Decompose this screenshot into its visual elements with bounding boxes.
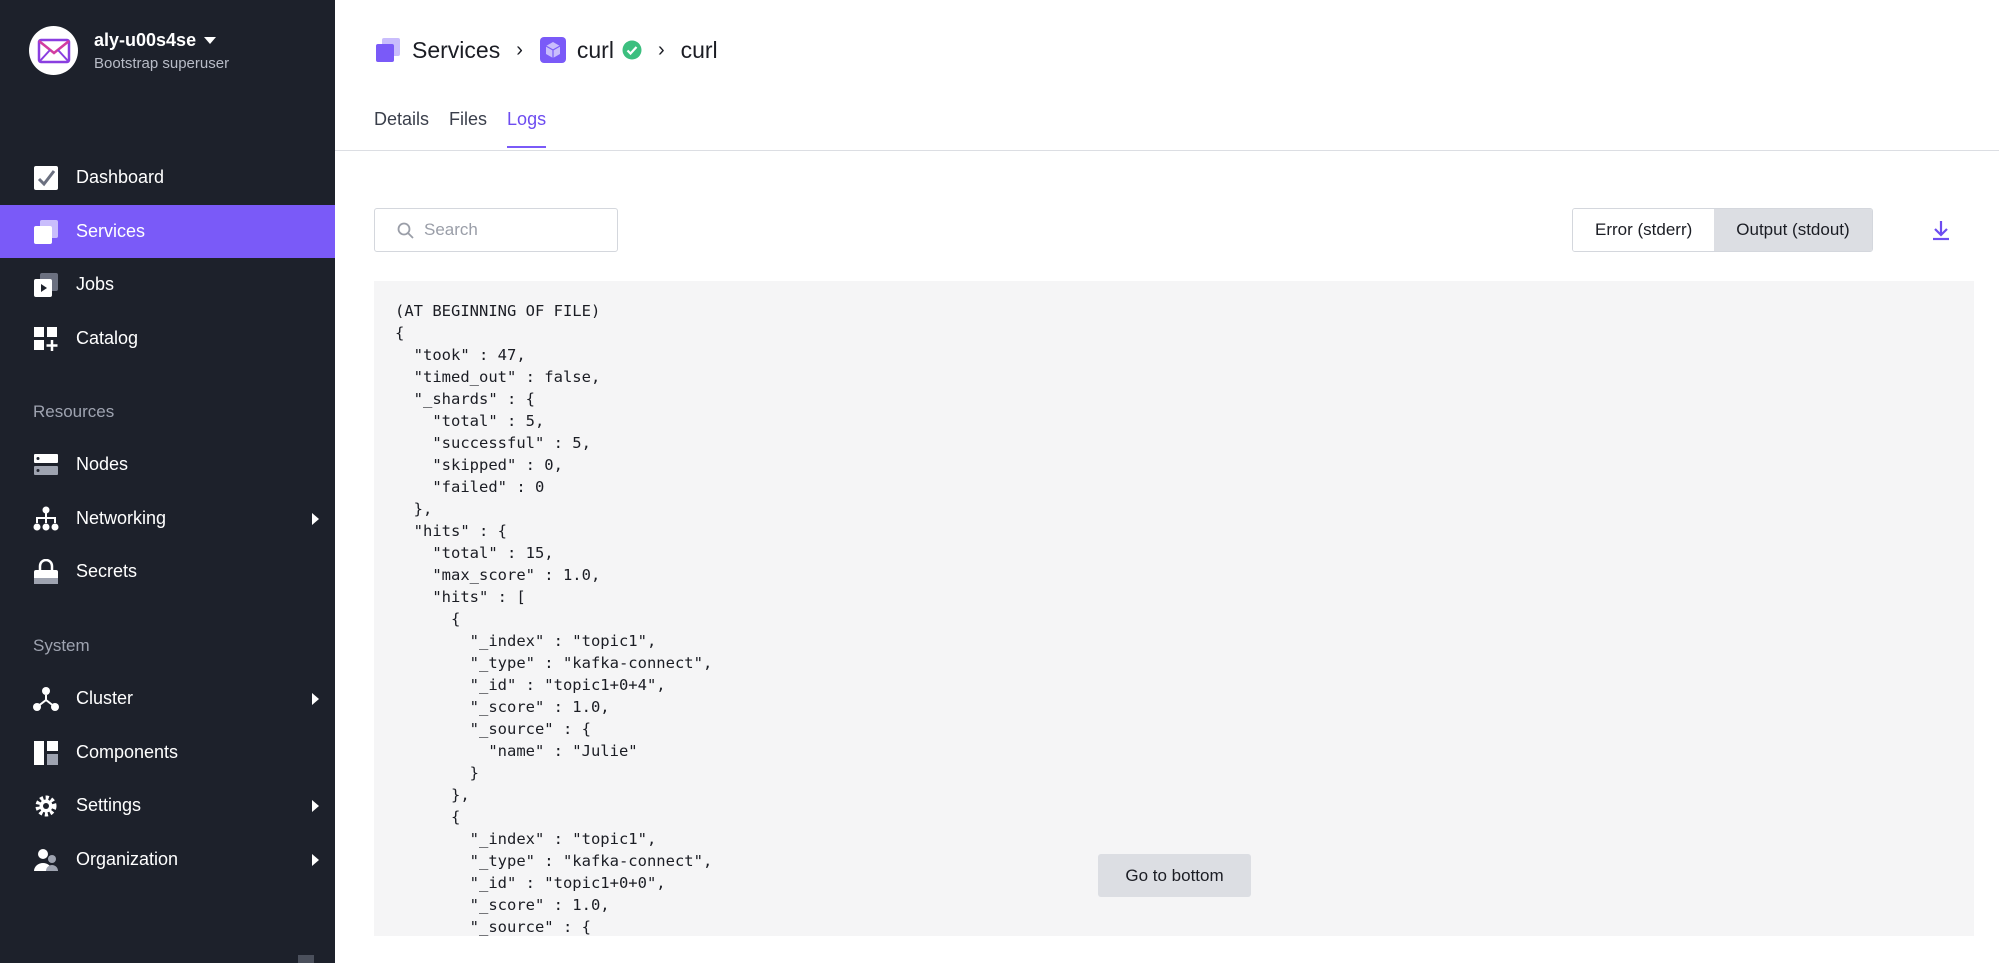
sidebar-item-organization[interactable]: Organization [0,833,335,886]
tab-details[interactable]: Details [374,109,429,148]
jobs-icon [34,272,58,297]
caret-down-icon [204,36,217,44]
header-divider [335,150,1999,151]
breadcrumb-services[interactable]: Services [374,36,500,64]
sidebar-item-label: Jobs [76,274,115,294]
sidebar-item-label: Cluster [76,688,134,708]
tab-files[interactable]: Files [449,109,487,148]
download-icon[interactable] [1930,218,1952,242]
components-icon [34,740,58,765]
sidebar-collapse-icon[interactable] [298,955,314,963]
sidebar-item-dashboard[interactable]: Dashboard [0,151,335,204]
search-input[interactable] [424,220,604,240]
breadcrumb-root-label: Services [412,36,501,63]
sidebar-item-label: Settings [76,795,142,815]
profile-username: aly-u00s4se [94,30,197,50]
chevron-right-icon: › [657,38,665,61]
sidebar-item-label: Organization [76,849,179,869]
chevron-right-icon: › [516,38,523,61]
sidebar-item-label: Networking [76,508,167,528]
profile-menu[interactable]: aly-u00s4se Bootstrap superuser [29,26,229,75]
tab-logs[interactable]: Logs [507,109,547,148]
nodes-icon [34,453,58,475]
log-content: (AT BEGINNING OF FILE) { "took" : 47, "t… [395,302,713,936]
lock-icon [34,558,58,584]
chevron-right-icon [312,854,319,866]
envelope-logo-icon [37,38,70,63]
search-icon [397,222,414,239]
sidebar-item-label: Services [76,221,146,241]
sidebar-item-label: Nodes [76,454,129,474]
dashboard-icon [34,165,58,190]
sidebar-item-label: Dashboard [76,167,165,187]
stderr-button[interactable]: Error (stderr) [1573,209,1715,251]
section-heading-system: System [33,636,90,655]
log-viewer[interactable]: (AT BEGINNING OF FILE) { "took" : 47, "t… [374,281,1974,936]
section-heading-resources: Resources [33,402,115,421]
sidebar-item-networking[interactable]: Networking [0,492,335,545]
breadcrumb-service[interactable]: curl [539,36,642,64]
sidebar-item-label: Secrets [76,561,138,581]
catalog-icon [34,326,58,351]
sidebar: aly-u00s4se Bootstrap superuser Dashboar… [0,0,335,963]
chevron-right-icon [312,513,319,525]
sidebar-item-secrets[interactable]: Secrets [0,545,335,598]
sidebar-item-services[interactable]: Services [0,205,335,258]
tabs: Details Files Logs [374,109,566,148]
services-icon [376,38,400,62]
services-icon [34,219,58,244]
chevron-right-icon [312,800,319,812]
sidebar-item-cluster[interactable]: Cluster [0,672,335,725]
go-to-bottom-button[interactable]: Go to bottom [1098,854,1251,897]
profile-role: Bootstrap superuser [94,55,230,72]
cluster-icon [33,686,59,711]
networking-icon [33,506,59,530]
gear-icon [35,795,57,816]
sidebar-item-label: Components [76,742,179,762]
search-box[interactable] [374,208,618,252]
sidebar-item-components[interactable]: Components [0,726,335,779]
sidebar-item-label: Catalog [76,328,139,348]
sidebar-item-nodes[interactable]: Nodes [0,438,335,491]
healthy-check-icon [622,40,642,60]
sidebar-item-jobs[interactable]: Jobs [0,258,335,311]
stdout-button[interactable]: Output (stdout) [1714,209,1872,251]
sidebar-item-settings[interactable]: Settings [0,779,335,832]
breadcrumb-page-label: curl [680,36,718,63]
avatar [29,26,78,75]
chevron-right-icon [312,693,319,705]
breadcrumb: Services › curl › curl [374,36,718,64]
package-icon [539,37,566,63]
organization-icon [34,848,58,871]
sidebar-item-catalog[interactable]: Catalog [0,312,335,365]
stream-toggle: Error (stderr) Output (stdout) [1572,208,1873,252]
breadcrumb-service-label: curl [576,36,614,63]
